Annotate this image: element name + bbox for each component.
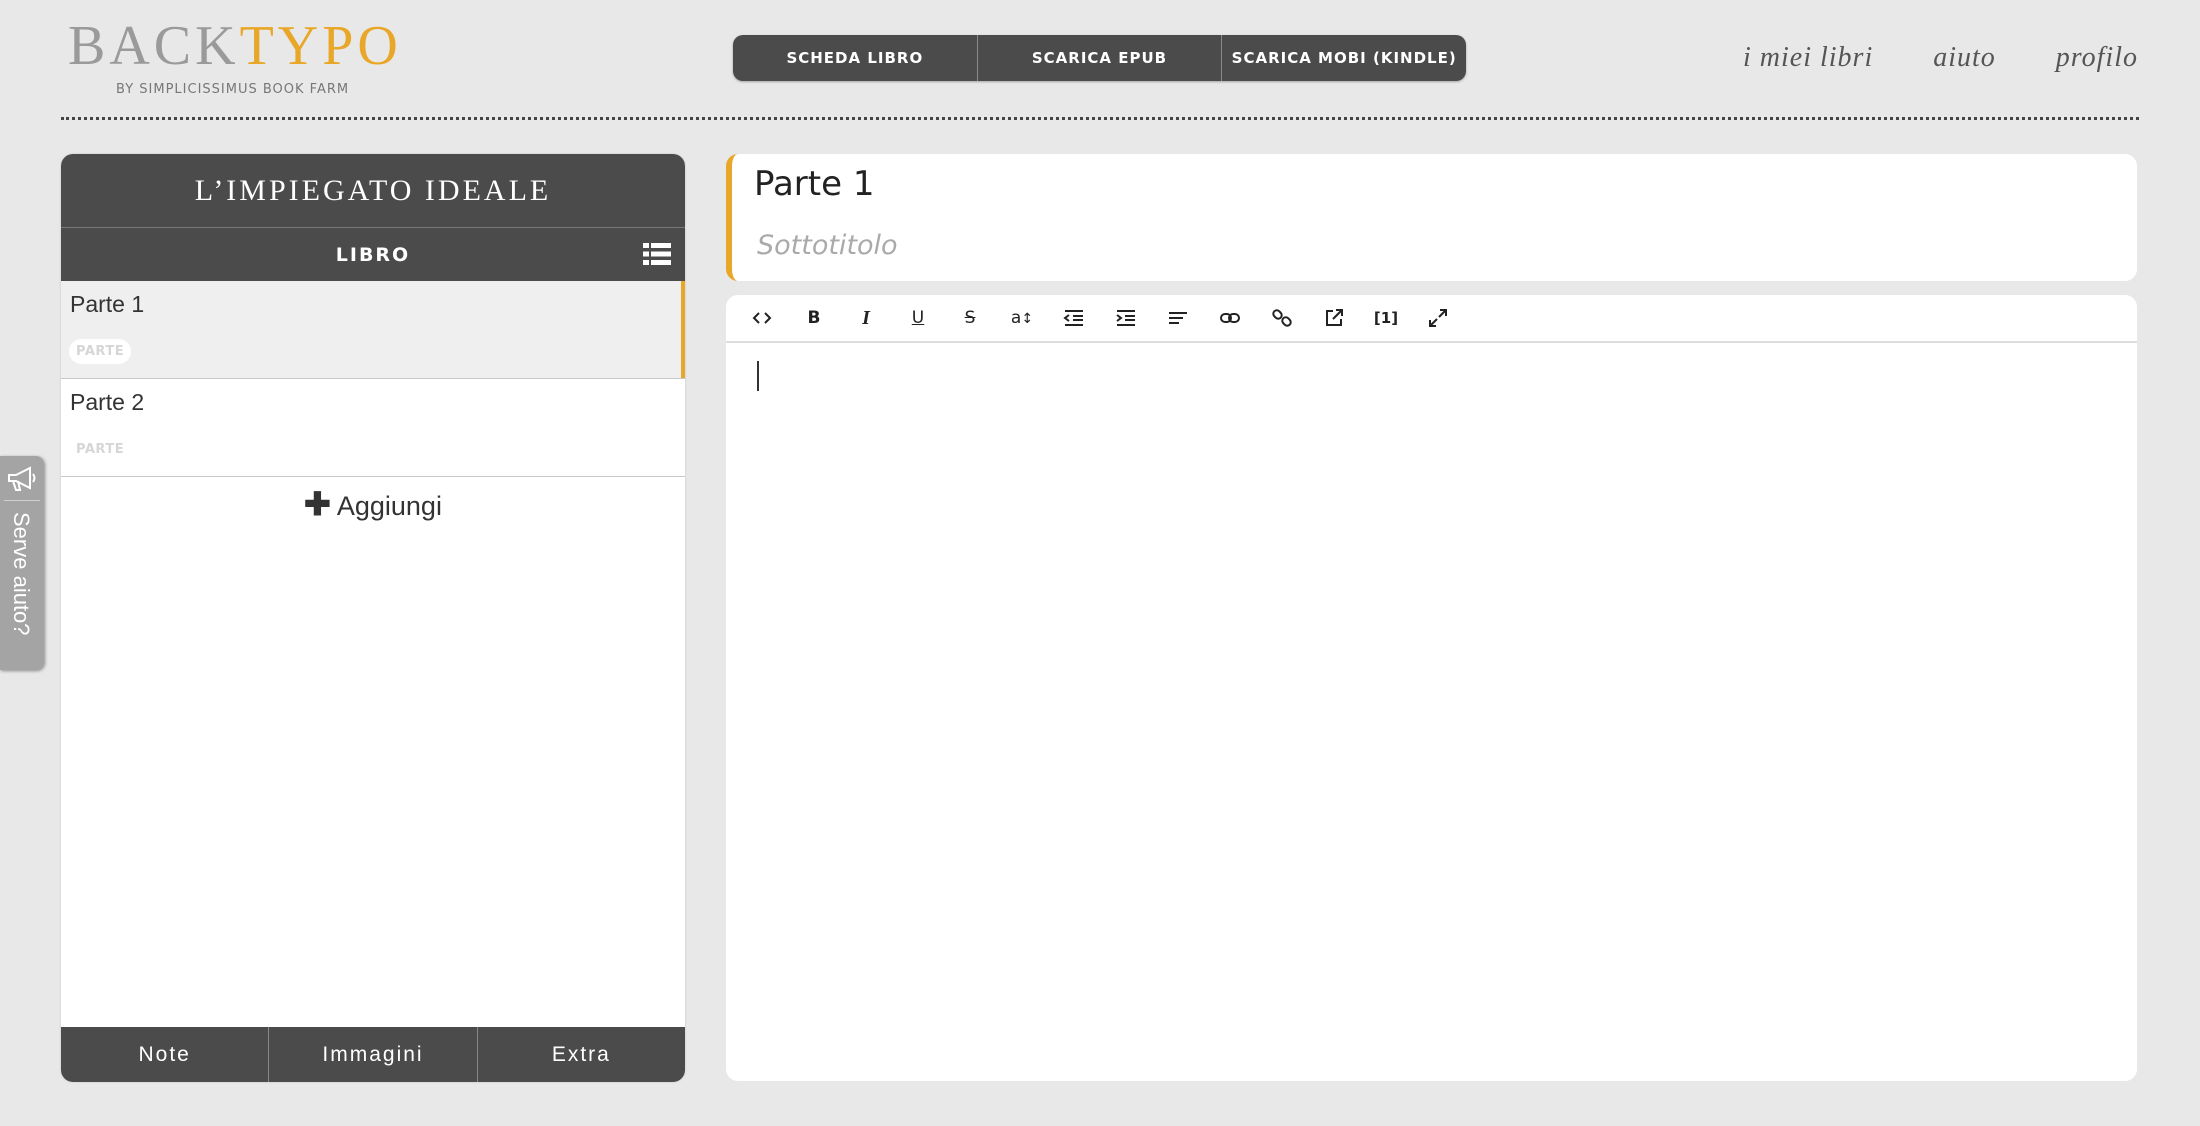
footnote-icon: [1] xyxy=(1373,309,1399,327)
align-left-icon xyxy=(1169,312,1187,324)
scarica-mobi-button[interactable]: SCARICA MOBI (KINDLE) xyxy=(1222,35,1466,81)
chapter-title: Parte 2 xyxy=(70,389,145,415)
bottom-tabs: Note Immagini Extra xyxy=(61,1027,685,1082)
bold-button[interactable]: B xyxy=(788,298,840,338)
header-divider xyxy=(61,117,2139,120)
scarica-epub-button[interactable]: SCARICA EPUB xyxy=(978,35,1223,81)
book-title: L’IMPIEGATO IDEALE xyxy=(61,154,685,228)
section-header: LIBRO xyxy=(61,228,685,281)
chapter-title-box: Parte 1 Sottotitolo xyxy=(726,154,2137,281)
font-size-glyph: a xyxy=(1010,308,1022,328)
underline-button[interactable]: U xyxy=(892,298,944,338)
code-view-button[interactable] xyxy=(736,298,788,338)
nav-profile[interactable]: profilo xyxy=(2056,42,2138,74)
logo-subtitle: BY SIMPLICISSIMUS BOOK FARM xyxy=(116,82,350,97)
logo-wordmark: BACKTYPO xyxy=(68,18,402,74)
link-icon xyxy=(1220,313,1240,323)
help-divider xyxy=(4,500,40,501)
bold-icon: B xyxy=(807,308,821,328)
top-nav: i miei libri aiuto profilo xyxy=(1743,42,2138,74)
font-size-button[interactable]: a↕ xyxy=(996,298,1048,338)
chapter-item[interactable]: Parte 1 PARTE xyxy=(61,281,685,379)
fullscreen-button[interactable] xyxy=(1412,298,1464,338)
section-label: LIBRO xyxy=(335,243,411,266)
chapter-type-badge: PARTE xyxy=(76,442,125,457)
tab-note[interactable]: Note xyxy=(61,1027,270,1082)
editor-toolbar: B I U S a↕ [1] xyxy=(726,295,2137,343)
chapter-title-input[interactable]: Parte 1 xyxy=(754,164,874,204)
megaphone-icon xyxy=(8,466,36,491)
nav-my-books[interactable]: i miei libri xyxy=(1743,42,1873,74)
tab-immagini[interactable]: Immagini xyxy=(269,1027,478,1082)
nav-help[interactable]: aiuto xyxy=(1933,42,1996,74)
font-size-icon: a↕ xyxy=(1010,308,1034,328)
chapter-type-badge: PARTE xyxy=(69,339,132,364)
subtitle-input[interactable]: Sottotitolo xyxy=(757,230,898,261)
book-sidebar: L’IMPIEGATO IDEALE LIBRO Parte 1 PARTE P… xyxy=(61,154,685,1082)
top-button-group: SCHEDA LIBRO SCARICA EPUB SCARICA MOBI (… xyxy=(733,35,1466,81)
strikethrough-icon: S xyxy=(964,308,976,328)
logo[interactable]: BACKTYPO BY SIMPLICISSIMUS BOOK FARM xyxy=(68,18,402,97)
code-icon xyxy=(752,312,772,324)
list-view-icon[interactable] xyxy=(643,242,671,266)
scheda-libro-button[interactable]: SCHEDA LIBRO xyxy=(733,35,978,81)
underline-icon: U xyxy=(911,308,925,328)
strikethrough-button[interactable]: S xyxy=(944,298,996,338)
logo-typo: TYPO xyxy=(239,15,402,77)
add-chapter-button[interactable]: ✚ Aggiungi xyxy=(61,485,685,523)
tab-extra[interactable]: Extra xyxy=(478,1027,685,1082)
help-tab[interactable]: Serve aiuto? xyxy=(0,456,44,670)
indent-icon xyxy=(1116,310,1135,326)
outdent-button[interactable] xyxy=(1048,298,1100,338)
expand-icon xyxy=(1429,309,1447,327)
unlink-button[interactable] xyxy=(1256,298,1308,338)
plus-icon: ✚ xyxy=(304,486,331,522)
italic-button[interactable]: I xyxy=(840,298,892,338)
chapter-item[interactable]: Parte 2 PARTE xyxy=(61,379,685,477)
italic-icon: I xyxy=(862,306,870,329)
text-cursor xyxy=(757,361,759,391)
external-link-button[interactable] xyxy=(1308,298,1360,338)
unlink-icon xyxy=(1272,309,1292,327)
outdent-icon xyxy=(1063,310,1083,326)
external-link-icon xyxy=(1326,309,1343,326)
chapter-title: Parte 1 xyxy=(70,291,145,317)
footnote-button[interactable]: [1] xyxy=(1360,298,1412,338)
text-editor: B I U S a↕ [1] xyxy=(726,295,2137,1081)
link-button[interactable] xyxy=(1204,298,1256,338)
align-button[interactable] xyxy=(1152,298,1204,338)
indent-button[interactable] xyxy=(1100,298,1152,338)
add-label: Aggiungi xyxy=(336,491,442,521)
help-label: Serve aiuto? xyxy=(9,512,34,636)
logo-back: BACK xyxy=(68,15,240,77)
